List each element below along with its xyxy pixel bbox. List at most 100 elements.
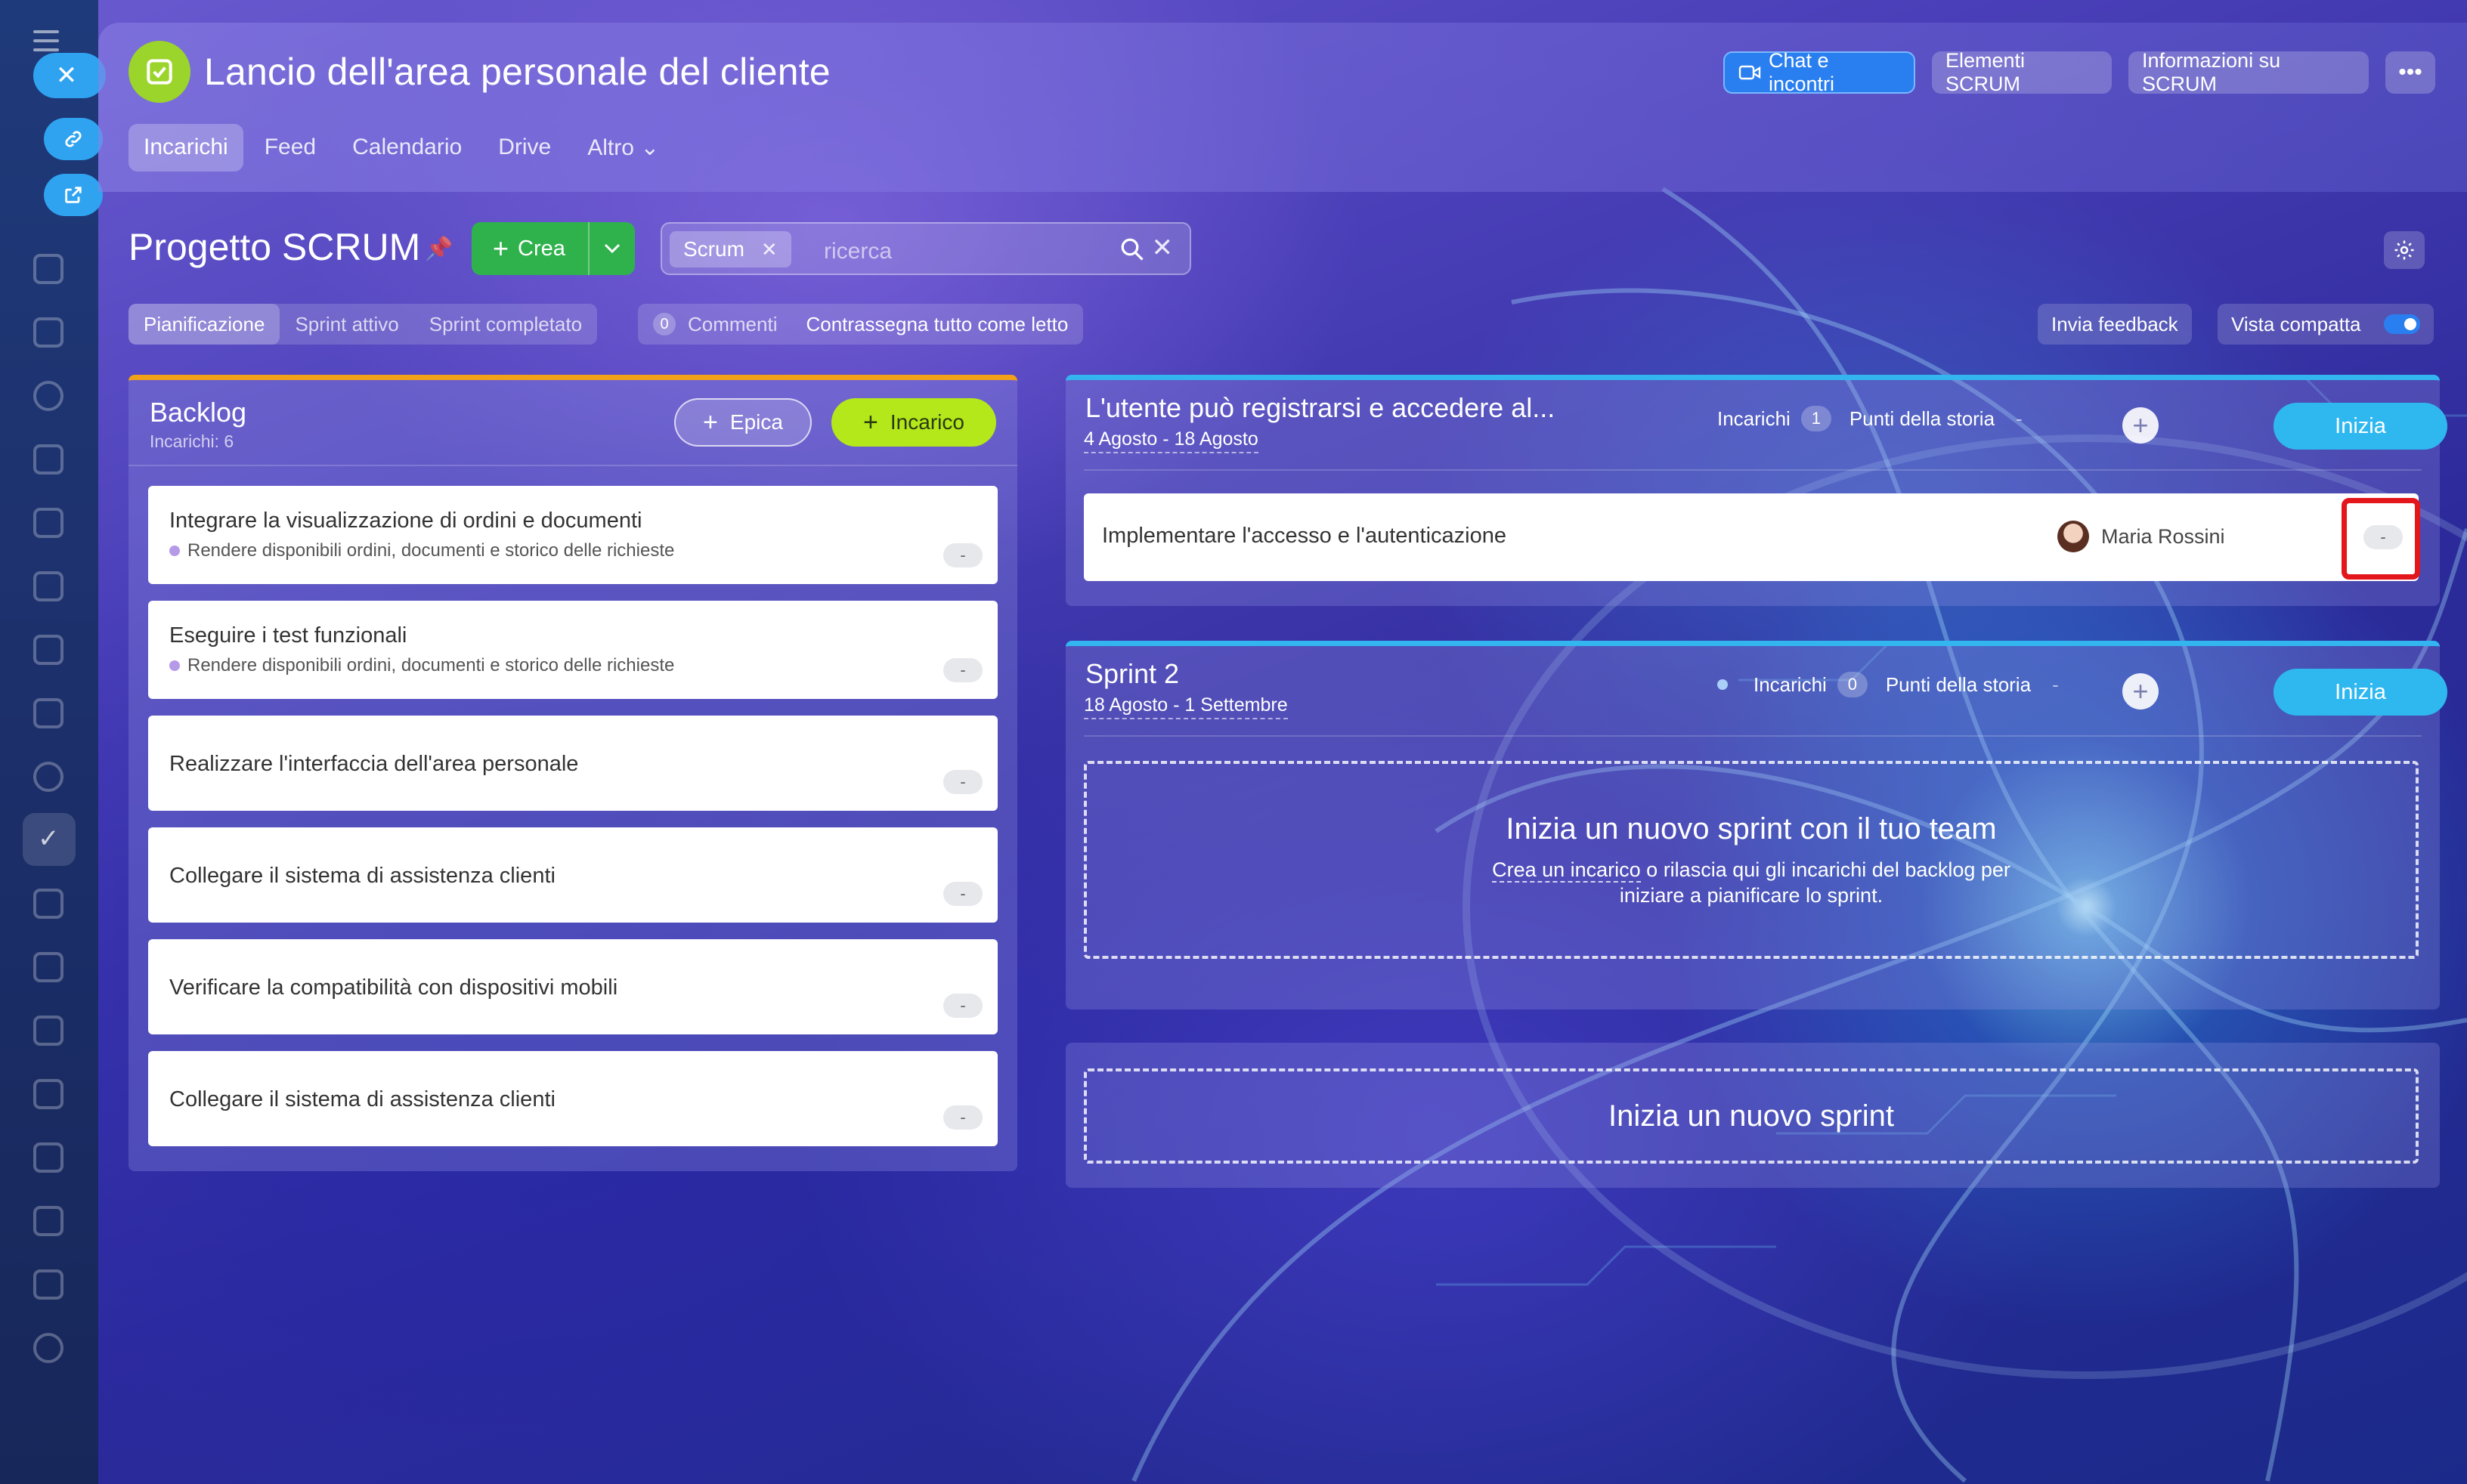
backlog-card[interactable]: Realizzare l'interfaccia dell'area perso… [148,716,998,811]
sidebar-icon-1[interactable] [33,254,63,284]
close-icon: ✕ [55,61,78,90]
board-icon[interactable] [33,571,63,601]
sprint-stats: Incarichi 1 Punti della storia - [1717,406,2023,431]
add-task-label: Incarico [890,410,964,434]
sidebar-icon-2[interactable] [33,317,63,348]
new-sprint-column: Inizia un nuovo sprint [1066,1043,2440,1188]
backlog-column: Backlog Incarichi: 6 + Epica + Incarico … [128,375,1017,1171]
store-icon[interactable] [33,1142,63,1173]
filter-icon[interactable] [33,889,63,919]
create-button[interactable]: + Crea [472,222,635,275]
story-points-badge[interactable]: - [943,543,983,567]
sprint-tasks-count: 1 [1800,406,1831,431]
copy-link-button[interactable] [44,118,103,160]
create-task-link[interactable]: Crea un incarico [1492,858,1641,883]
add-epic-button[interactable]: + Epica [674,398,812,447]
schedule-icon[interactable] [33,1079,63,1109]
filter-chip[interactable]: Scrum ✕ [670,231,791,267]
backlog-card[interactable]: Eseguire i test funzionali Rendere dispo… [148,601,998,699]
sprint-dates[interactable]: 18 Agosto - 1 Settembre [1084,694,1288,719]
search-filter-box[interactable]: Scrum ✕ ricerca ✕ [661,222,1191,275]
project-panel: Lancio dell'area personale del cliente C… [98,23,2467,1484]
avatar [2057,521,2089,552]
comments-label[interactable]: Commenti [688,313,777,336]
clear-search-icon[interactable]: ✕ [1152,233,1174,263]
new-sprint-label: Inizia un nuovo sprint [1608,1099,1894,1133]
chat-meetings-button[interactable]: Chat e incontri [1723,49,1915,95]
card-title: Collegare il sistema di assistenza clien… [169,864,556,888]
robot-icon[interactable] [33,1016,63,1046]
compact-view-control[interactable]: Vista compatta [2218,304,2434,345]
close-button[interactable]: ✕ [33,53,106,98]
story-points-badge[interactable]: - [943,994,983,1018]
story-points-badge[interactable]: - [943,770,983,794]
open-in-new-window-button[interactable] [44,174,103,216]
remove-filter-icon[interactable]: ✕ [761,238,778,261]
card-title: Integrare la visualizzazione di ordini e… [169,509,642,533]
scrum-elements-button[interactable]: Elementi SCRUM [1932,49,2112,95]
add-task-to-sprint-button[interactable]: + [2122,407,2159,444]
backlog-card[interactable]: Integrare la visualizzazione di ordini e… [148,486,998,584]
card-title: Verificare la compatibilità con disposit… [169,975,618,1000]
mark-all-read-button[interactable]: Contrassegna tutto come letto [806,313,1068,336]
nav-tab-calendario[interactable]: Calendario [337,124,477,172]
feedback-button[interactable]: Invia feedback [2038,304,2192,345]
create-dropdown-button[interactable] [590,243,635,254]
card-title: Collegare il sistema di assistenza clien… [169,1087,556,1111]
add-task-button[interactable]: + Incarico [831,398,996,447]
search-input[interactable]: ricerca [824,239,892,264]
view-tabs: Pianificazione Sprint attivo Sprint comp… [128,304,598,345]
scrum-info-button[interactable]: Informazioni su SCRUM [2128,49,2369,95]
compact-view-toggle[interactable] [2383,314,2420,334]
plus-icon: + [2132,410,2149,441]
mail-icon[interactable] [33,698,63,728]
backlog-card[interactable]: Verificare la compatibilità con disposit… [148,939,998,1034]
video-icon [1738,65,1761,80]
sprint-column: L'utente può registrarsi e accedere al..… [1066,375,2447,606]
nav-tab-feed[interactable]: Feed [249,124,331,172]
story-points-badge[interactable]: - [943,1105,983,1130]
sprint-dates[interactable]: 4 Agosto - 18 Agosto [1084,428,1258,453]
assignee-name[interactable]: Maria Rossini [2101,525,2225,549]
nav-tab-altro[interactable]: Altro ⌄ [572,124,674,172]
story-points-badge[interactable]: - [2363,525,2403,549]
story-points-badge[interactable]: - [943,882,983,906]
story-points-badge[interactable]: - [943,658,983,682]
chat-meetings-label: Chat e incontri [1768,49,1835,95]
search-icon[interactable] [1119,236,1146,267]
add-epic-label: Epica [729,410,783,434]
backlog-card[interactable]: Collegare il sistema di assistenza clien… [148,827,998,923]
project-nav: Incarichi Feed Calendario Drive Altro ⌄ [128,124,680,172]
card-epic: Rendere disponibili ordini, documenti e … [169,655,674,676]
add-task-to-sprint-button[interactable]: + [2122,673,2159,710]
sidebar-icon-3[interactable] [33,381,63,411]
backlog-card[interactable]: Collegare il sistema di assistenza clien… [148,1051,998,1146]
contacts-icon[interactable] [33,762,63,792]
sprint-title[interactable]: L'utente può registrarsi e accedere al..… [1085,392,1555,424]
sprint-title[interactable]: Sprint 2 [1085,658,1179,690]
tab-sprint-completato[interactable]: Sprint completato [414,304,597,345]
nav-tab-drive[interactable]: Drive [483,124,566,172]
tasks-icon[interactable] [23,813,76,866]
new-sprint-button[interactable]: Inizia un nuovo sprint [1084,1068,2419,1164]
calendar-icon[interactable] [33,444,63,475]
library-icon[interactable] [33,1269,63,1300]
task-title: Implementare l'accesso e l'autenticazion… [1102,524,1506,548]
pin-icon[interactable]: 📌 [425,236,453,262]
tab-pianificazione[interactable]: Pianificazione [128,304,280,345]
inbox-icon[interactable] [33,635,63,665]
document-icon[interactable] [33,508,63,538]
tab-sprint-attivo[interactable]: Sprint attivo [280,304,413,345]
help-icon[interactable] [33,1333,63,1363]
sprint-drop-zone[interactable]: Inizia un nuovo sprint con il tuo team C… [1084,761,2419,959]
divider [1084,735,2422,737]
sprint-task-row[interactable]: Implementare l'accesso e l'autenticazion… [1084,493,2420,581]
settings-button[interactable] [2384,231,2425,269]
more-button[interactable]: ••• [2385,51,2435,94]
start-sprint-button[interactable]: Inizia [2274,669,2447,716]
nav-tab-incarichi[interactable]: Incarichi [128,124,243,172]
create-main-button[interactable]: + Crea [472,222,590,275]
cart-icon[interactable] [33,952,63,982]
start-sprint-button[interactable]: Inizia [2274,403,2447,450]
chat-icon[interactable] [33,1206,63,1236]
